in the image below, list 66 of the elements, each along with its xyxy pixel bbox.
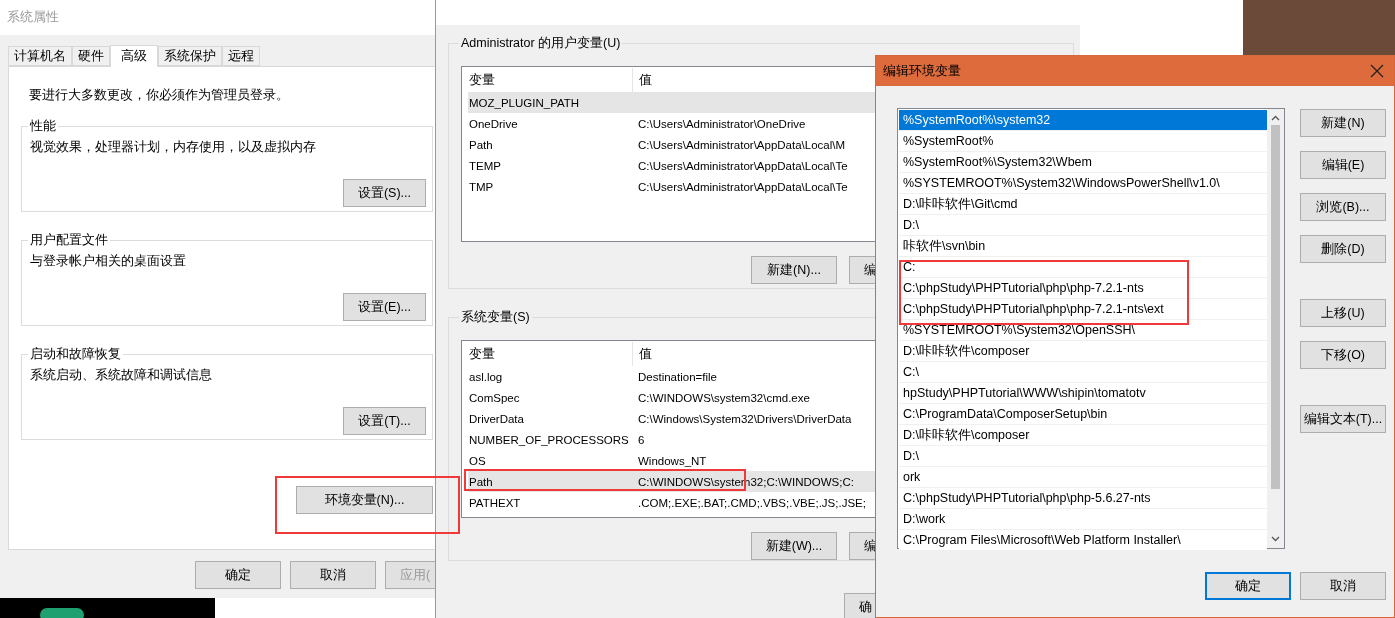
side-button[interactable]: 编辑(E) [1300,151,1386,179]
variable-name: asl.log [468,370,504,383]
group-title: 系统变量(S) [460,309,531,326]
window-title: 系统属性 [7,9,59,26]
group-title: Administrator 的用户变量(U) [460,35,622,52]
variable-value: C:\Users\Administrator\OneDrive [637,117,806,130]
path-item[interactable]: D:\咔咔软件\composer [899,425,1267,446]
group-description: 系统启动、系统故障和调试信息 [30,367,213,384]
variable-value: C:\Users\Administrator\AppData\Local\Te [637,159,848,172]
variable-name: NUMBER_OF_PROCESSORS [468,433,630,446]
variable-name: OS [468,454,487,467]
variable-value: Windows_NT [637,454,707,467]
scrollbar[interactable] [1267,109,1284,548]
dialog-button[interactable]: 确定 [1205,572,1291,600]
path-item[interactable]: 咔软件\svn\bin [899,236,1267,257]
scroll-down-icon[interactable] [1271,536,1280,542]
app-icon[interactable] [40,608,84,618]
environment-variables-button[interactable]: 环境变量(N)... [296,486,433,514]
variable-value: Destination=file [637,370,717,383]
variable-value: C:\Windows\System32\Drivers\DriverData [637,412,852,425]
group-title: 用户配置文件 [29,232,109,249]
tab[interactable]: 远程 [222,46,260,66]
settings-button[interactable]: 设置(S)... [343,179,426,207]
variable-name: Path [468,138,494,151]
path-list[interactable] [897,108,1285,549]
variable-name: MOZ_PLUGIN_PATH [468,96,581,109]
notice-text: 要进行大多数更改，你必须作为管理员登录。 [28,87,290,104]
group-description: 与登录帐户相关的桌面设置 [30,253,187,270]
variable-name: PATHEXT [468,496,522,509]
variable-name: DriverData [468,412,525,425]
path-item[interactable]: D:\咔咔软件\composer [899,341,1267,362]
side-button[interactable]: 新建(N) [1300,109,1386,137]
tab[interactable]: 系统保护 [158,46,222,66]
group-description: 视觉效果，处理器计划，内存使用，以及虚拟内存 [30,139,317,156]
variable-value: .COM;.EXE;.BAT;.CMD;.VBS;.VBE;.JS;.JSE; [637,496,866,509]
variable-value: C:\Users\Administrator\AppData\Local\M [637,138,846,151]
dialog-button[interactable]: 取消 [290,561,376,589]
path-item[interactable]: %SystemRoot%\system32 [899,110,1267,131]
tab[interactable]: 高级 [110,45,158,67]
side-button[interactable]: 下移(O) [1300,341,1386,369]
variable-name: OneDrive [468,117,519,130]
path-item[interactable]: D:\咔咔软件\Git\cmd [899,194,1267,215]
variable-value: C:\WINDOWS\system32\cmd.exe [637,391,810,404]
tab[interactable]: 硬件 [72,46,110,66]
variable-name: TMP [468,180,495,193]
group-title: 性能 [29,118,57,135]
dialog-button[interactable]: 取消 [1300,572,1386,600]
list-button[interactable]: 新建(W)... [751,532,837,560]
variable-value: 6 [637,433,645,446]
settings-button[interactable]: 设置(E)... [343,293,426,321]
scroll-up-icon[interactable] [1271,115,1280,121]
variable-name: TEMP [468,159,502,172]
group-title: 启动和故障恢复 [29,346,122,363]
close-icon[interactable] [1370,64,1384,78]
column-header[interactable]: 变量 [463,342,633,366]
settings-button[interactable]: 设置(T)... [343,407,426,435]
dialog-button[interactable]: 确定 [195,561,281,589]
variable-name: ComSpec [468,391,521,404]
list-button[interactable]: 新建(N)... [751,256,837,284]
side-button[interactable]: 删除(D) [1300,235,1386,263]
side-button[interactable]: 浏览(B)... [1300,193,1386,221]
variable-value: C:\Users\Administrator\AppData\Local\Te [637,180,848,193]
side-button[interactable]: 上移(U) [1300,299,1386,327]
side-button[interactable]: 编辑文本(T)... [1300,405,1386,433]
tab[interactable]: 计算机名 [8,46,72,66]
variable-name: Path [468,475,494,488]
